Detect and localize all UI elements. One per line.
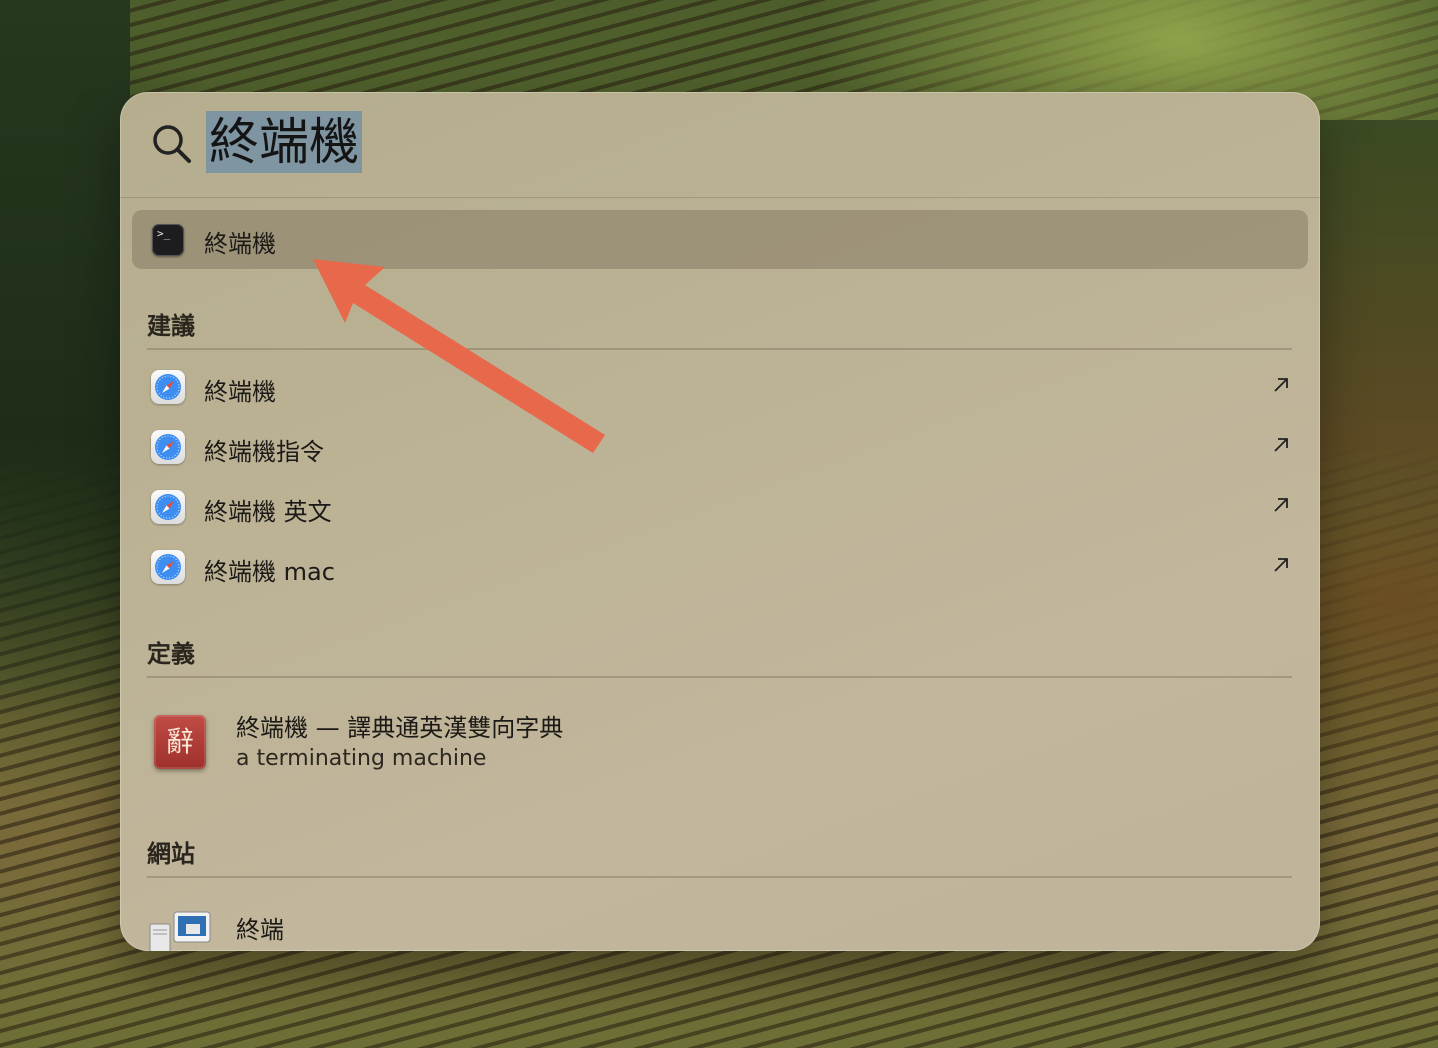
definition-headline: 終端機 — 譯典通英漢雙向字典 — [236, 714, 564, 742]
safari-icon — [151, 550, 185, 584]
website-row[interactable]: 終端 — [120, 892, 1320, 951]
suggestion-row[interactable]: 終端機指令 — [120, 418, 1320, 478]
safari-icon — [151, 430, 185, 464]
wallpaper-trees-right — [1308, 120, 1438, 580]
search-icon — [153, 125, 191, 163]
search-input[interactable]: 終端機 — [206, 111, 362, 173]
open-external-icon — [1274, 378, 1288, 392]
wallpaper-trees-left — [0, 0, 130, 720]
suggestion-row[interactable]: 終端機 英文 — [120, 478, 1320, 538]
open-external-icon — [1274, 498, 1288, 512]
open-external-icon — [1274, 558, 1288, 572]
terminal-icon: >_ — [152, 224, 184, 256]
top-hit-label: 終端機 — [204, 230, 276, 258]
section-title-definition: 定義 — [147, 640, 195, 668]
suggestion-label: 終端機 英文 — [204, 498, 332, 526]
suggestion-row[interactable]: 終端機 mac — [120, 538, 1320, 598]
divider — [147, 348, 1292, 350]
website-label: 終端 — [236, 916, 284, 944]
divider — [147, 676, 1292, 678]
section-title-suggestions: 建議 — [147, 312, 195, 340]
suggestion-label: 終端機 — [204, 378, 276, 406]
dictionary-icon: 辭 — [154, 715, 206, 769]
section-title-websites: 網站 — [147, 840, 195, 868]
suggestion-row[interactable]: 終端機 — [120, 358, 1320, 418]
safari-icon — [151, 370, 185, 404]
open-external-icon — [1274, 438, 1288, 452]
suggestion-label: 終端機 mac — [204, 558, 335, 586]
definition-subtitle: a terminating machine — [236, 746, 487, 771]
safari-icon — [151, 490, 185, 524]
divider — [147, 876, 1292, 878]
top-hit-terminal[interactable]: >_ 終端機 — [132, 210, 1308, 269]
network-computers-icon — [149, 911, 211, 951]
search-bar[interactable]: 終端機 — [120, 92, 1320, 198]
suggestion-label: 終端機指令 — [204, 438, 324, 466]
spotlight-window: 終端機 >_ 終端機 建議 終端機 終端機指令 終端機 英文 終端機 mac 定… — [120, 92, 1320, 951]
definition-row[interactable]: 終端機 — 譯典通英漢雙向字典 a terminating machine — [120, 692, 1320, 792]
